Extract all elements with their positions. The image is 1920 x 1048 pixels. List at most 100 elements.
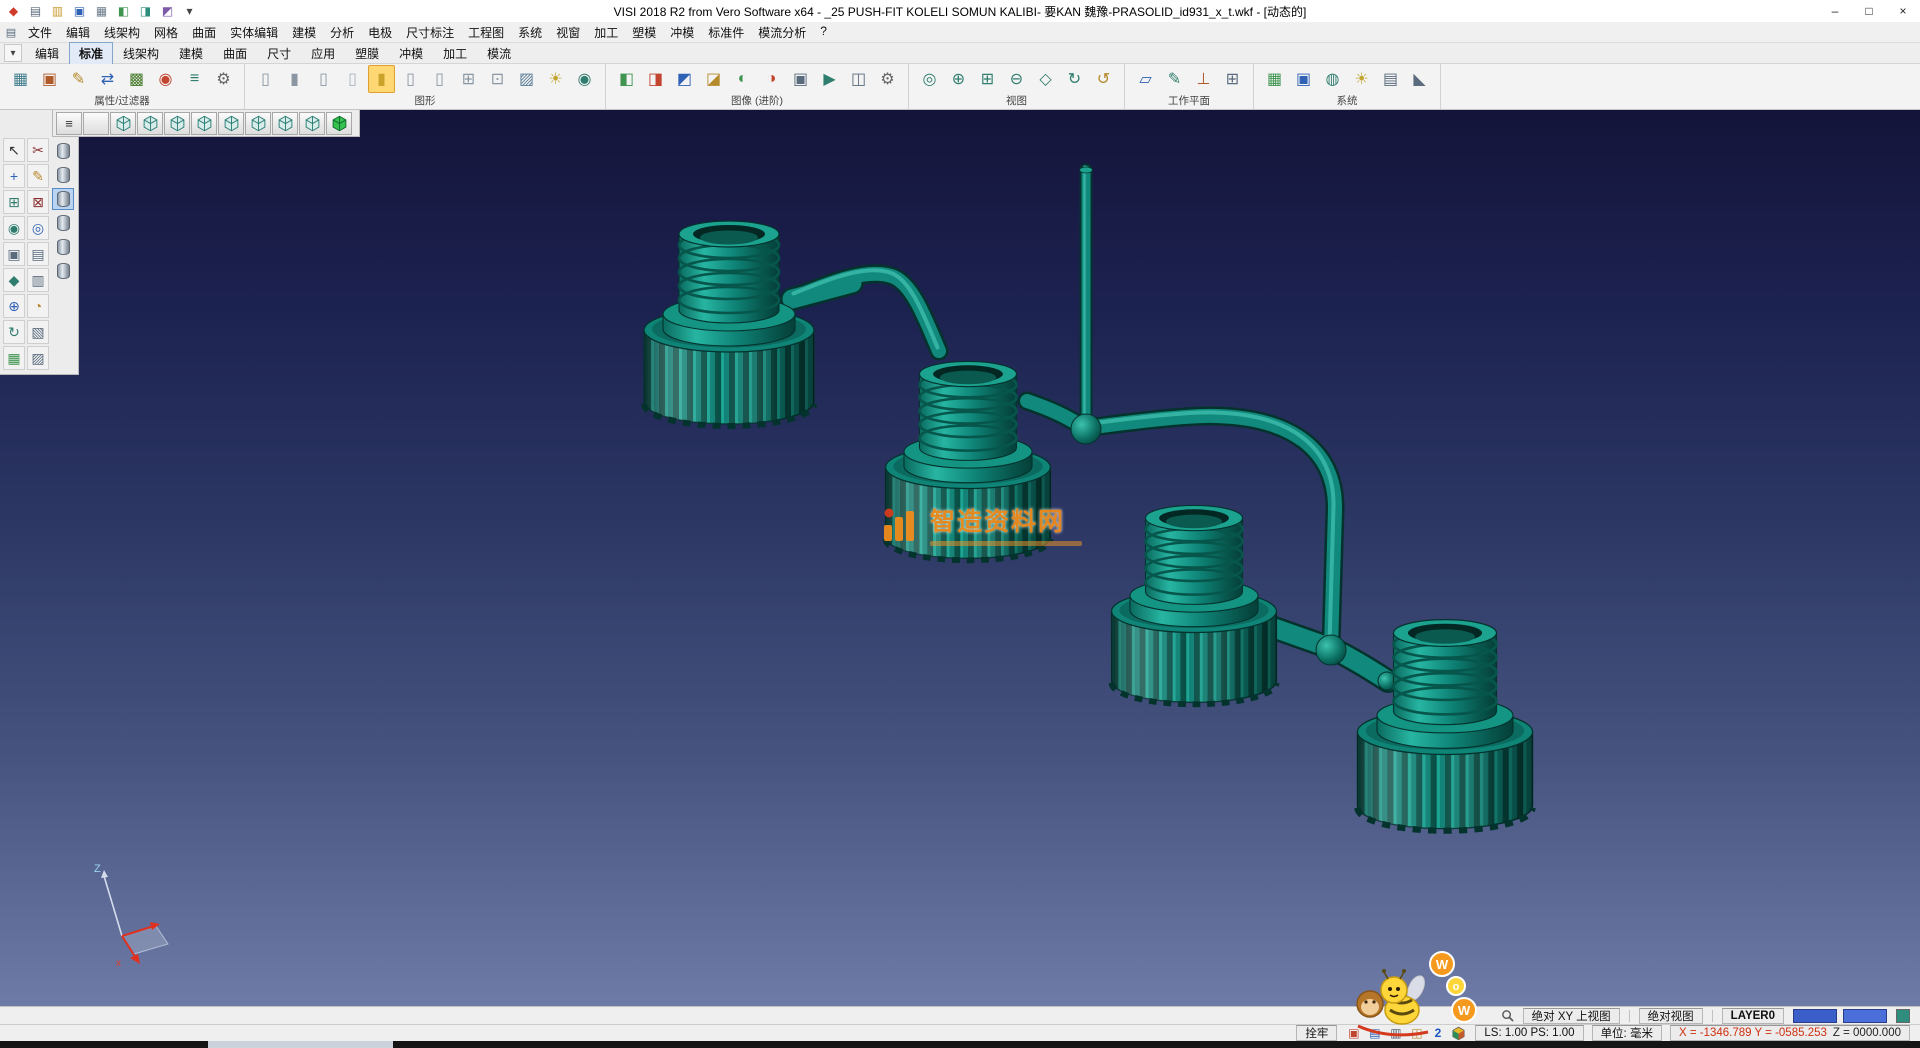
shade-icon[interactable]: ▣ [3,242,25,266]
open-file-icon[interactable]: ▥ [49,3,66,20]
globe-icon[interactable]: ◍ [1319,65,1346,93]
tab-9[interactable]: 加工 [433,42,477,65]
texture-icon[interactable]: ▨ [513,65,540,93]
tab-8[interactable]: 冲模 [389,42,433,65]
menu-item-10[interactable]: 工程图 [461,22,511,43]
absolute-view-indicator[interactable]: 绝对视图 [1639,1008,1703,1024]
trim-icon[interactable]: ✂ [27,138,49,162]
adv-shade-icon[interactable]: ◧ [613,65,640,93]
cube-back-button[interactable] [164,112,190,135]
new-file-icon[interactable]: ▤ [27,3,44,20]
tab-10[interactable]: 模流 [477,42,521,65]
properties-grid-icon[interactable]: ▦ [7,65,34,93]
cube-right-button[interactable] [218,112,244,135]
cube-shaded-button[interactable] [326,112,352,135]
pattern-icon[interactable]: ▧ [27,320,49,344]
menu-item-8[interactable]: 电极 [361,22,399,43]
light-icon[interactable]: ☀ [542,65,569,93]
swap-filter-icon[interactable]: ⇄ [94,65,121,93]
mesh-icon[interactable]: ▨ [27,346,49,370]
app-logo-icon[interactable]: ◆ [5,3,22,20]
menu-item-1[interactable]: 编辑 [59,22,97,43]
zoom-in-icon[interactable]: ⊕ [945,65,972,93]
view-list-button[interactable]: ≡ [56,112,82,135]
sketch-icon[interactable]: ✎ [27,164,49,188]
solid-icon[interactable]: ◆ [3,268,25,292]
menu-item-13[interactable]: 加工 [587,22,625,43]
view-mode-indicator[interactable]: 绝对 XY 上视图 [1523,1008,1620,1024]
workplane-normal-icon[interactable]: ⊥ [1190,65,1217,93]
adv-halfdome-icon[interactable]: ◐ [729,65,756,93]
material-ball-icon[interactable]: ◉ [571,65,598,93]
print-icon[interactable]: ▦ [93,3,110,20]
adv-reflect-icon[interactable]: ◑ [758,65,785,93]
adv-animate-icon[interactable]: ▶ [816,65,843,93]
section-icon[interactable]: ▥ [27,268,49,292]
close-button[interactable]: × [1886,0,1920,22]
tab-6[interactable]: 应用 [301,42,345,65]
table-icon[interactable]: ▤ [1377,65,1404,93]
menu-item-11[interactable]: 系统 [511,22,549,43]
adv-section-icon[interactable]: ◪ [700,65,727,93]
cube-bottom-button[interactable] [272,112,298,135]
offset-icon[interactable]: ⊕ [3,294,25,318]
view-blank-button[interactable] [83,112,109,135]
tab-2[interactable]: 线架构 [113,42,169,65]
plot-icon[interactable]: ◧ [115,3,132,20]
menu-item-7[interactable]: 分析 [323,22,361,43]
menu-item-12[interactable]: 视窗 [549,22,587,43]
search-icon[interactable] [1501,1009,1514,1022]
cube-iso-button[interactable] [110,112,136,135]
viewport-3d[interactable]: 智造资料网 Z x [0,110,1920,1006]
wire-box-icon[interactable]: ⊞ [455,65,482,93]
color-grid-icon[interactable]: ▦ [1261,65,1288,93]
rotate-view-icon[interactable]: ↻ [1061,65,1088,93]
shaded-cylinder-icon[interactable]: ▮ [281,65,308,93]
solid-body-icon-4[interactable] [52,212,74,234]
snap-lock-toggle[interactable]: 拴牢 [1296,1025,1337,1041]
previous-view-icon[interactable]: ↺ [1090,65,1117,93]
menu-item-16[interactable]: 标准件 [701,22,751,43]
cube-top-button[interactable] [245,112,271,135]
menu-item-15[interactable]: 冲模 [663,22,701,43]
menu-item-6[interactable]: 建模 [285,22,323,43]
menu-item-0[interactable]: 文件 [21,22,59,43]
adv-edges-icon[interactable]: ◨ [642,65,669,93]
color-swatch-0[interactable] [1793,1009,1837,1023]
capture-icon[interactable]: ◨ [137,3,154,20]
adv-config-icon[interactable]: ⚙ [874,65,901,93]
hidden-line-icon[interactable]: ▯ [310,65,337,93]
attribute-brush-icon[interactable]: ✎ [65,65,92,93]
delete-icon[interactable]: ⊠ [27,190,49,214]
circle-icon[interactable]: ◎ [27,216,49,240]
tab-1[interactable]: 标准 [69,42,113,65]
select-icon[interactable]: ↖ [3,138,25,162]
menu-item-18[interactable]: ? [813,22,834,43]
cube-front-button[interactable] [137,112,163,135]
solid-body-icon-3[interactable] [52,188,74,210]
zoom-out-icon[interactable]: ⊖ [1003,65,1030,93]
ghost-cylinder-icon[interactable]: ▯ [339,65,366,93]
cube-left-button[interactable] [191,112,217,135]
tab-7[interactable]: 塑膜 [345,42,389,65]
units-indicator[interactable]: 单位: 毫米 [1592,1025,1662,1041]
save-file-icon[interactable]: ▣ [71,3,88,20]
point-icon[interactable]: + [3,164,25,188]
edge-cylinder-icon[interactable]: ▯ [397,65,424,93]
solid-body-icon-6[interactable] [52,260,74,282]
magnet-filter-icon[interactable]: ◉ [152,65,179,93]
menu-item-5[interactable]: 实体编辑 [223,22,285,43]
maximize-button[interactable]: □ [1852,0,1886,22]
menu-item-9[interactable]: 尺寸标注 [399,22,461,43]
shaded-box-icon[interactable]: ⊡ [484,65,511,93]
layer-list-icon[interactable]: ≡ [181,65,208,93]
iso-cylinder-icon[interactable]: ▯ [426,65,453,93]
menu-item-17[interactable]: 模流分析 [751,22,813,43]
filter-gear-icon[interactable]: ⚙ [210,65,237,93]
tab-4[interactable]: 曲面 [213,42,257,65]
color-swatch-1[interactable] [1843,1009,1887,1023]
workplane-icon[interactable]: ▱ [1132,65,1159,93]
solid-body-icon-5[interactable] [52,236,74,258]
monitor-icon[interactable]: ▣ [1290,65,1317,93]
chip-mask-icon[interactable]: ▩ [123,65,150,93]
